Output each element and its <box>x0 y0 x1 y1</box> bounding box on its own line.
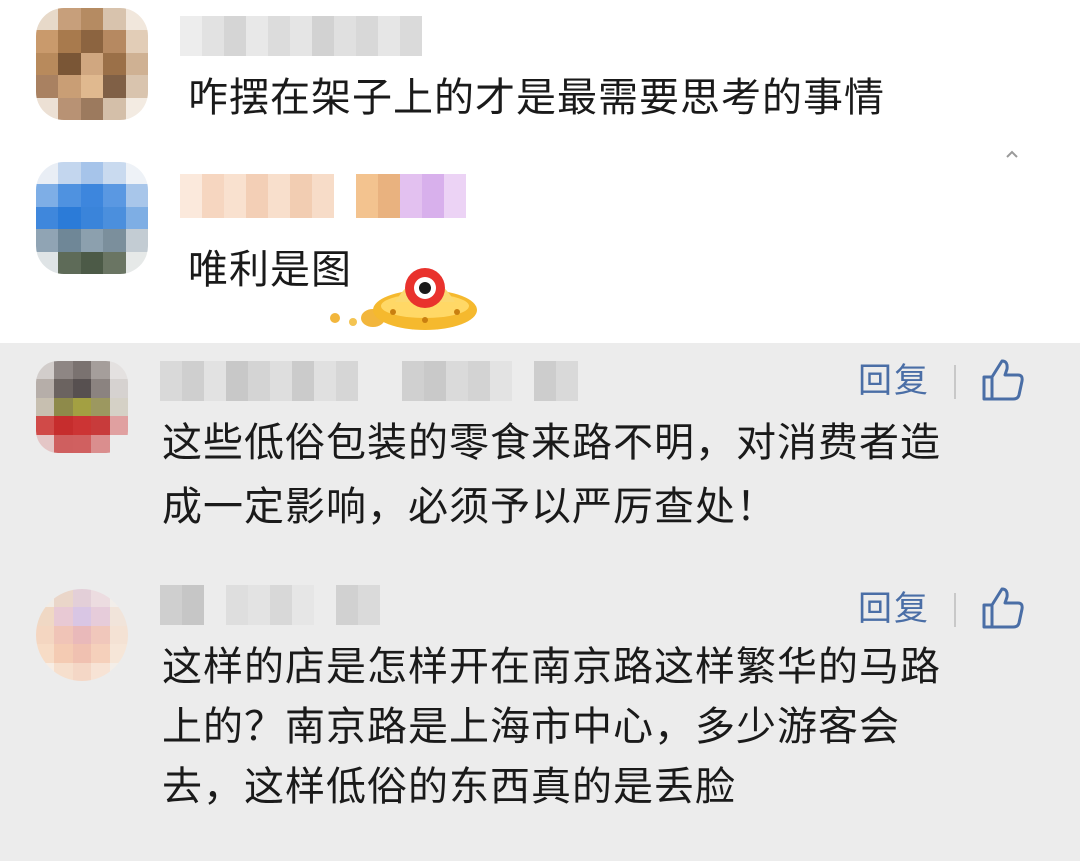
comment-text: 这些低俗包装的零食来路不明，对消费者造 成一定影响，必须予以严厉查处！ <box>162 420 941 530</box>
username-blurred[interactable] <box>180 174 466 218</box>
comment-item: 咋摆在架子上的才是最需要思考的事情 <box>0 0 1080 150</box>
divider <box>954 593 956 627</box>
comment-item: 回复 这样的店是怎样开在南京路这样繁华的马路 上的？南京路是上海市中心，多少游客… <box>0 571 1080 861</box>
avatar[interactable] <box>36 8 148 120</box>
comment-item: 回复 这些低俗包装的零食来路不明，对消费者造 成一定影响，必须予以严厉查处！ <box>0 343 1080 571</box>
thumbs-up-icon[interactable] <box>980 357 1026 403</box>
caret-icon <box>1006 150 1018 158</box>
ufo-emoji-sticker <box>330 268 477 330</box>
avatar[interactable] <box>36 589 128 681</box>
thumbs-up-icon[interactable] <box>980 585 1026 631</box>
comment-item: 唯利是图 <box>0 150 1080 343</box>
reply-button[interactable]: 回复 <box>858 587 930 631</box>
comment-text: 这样的店是怎样开在南京路这样繁华的马路 上的？南京路是上海市中心，多少游客会 去… <box>162 644 941 810</box>
reply-button[interactable]: 回复 <box>858 359 930 403</box>
comment-text: 咋摆在架子上的才是最需要思考的事情 <box>188 75 885 121</box>
avatar[interactable] <box>36 361 128 453</box>
divider <box>954 365 956 399</box>
username-blurred[interactable] <box>160 585 380 625</box>
username-blurred[interactable] <box>180 16 422 56</box>
avatar[interactable] <box>36 162 148 274</box>
username-blurred[interactable] <box>160 361 578 401</box>
